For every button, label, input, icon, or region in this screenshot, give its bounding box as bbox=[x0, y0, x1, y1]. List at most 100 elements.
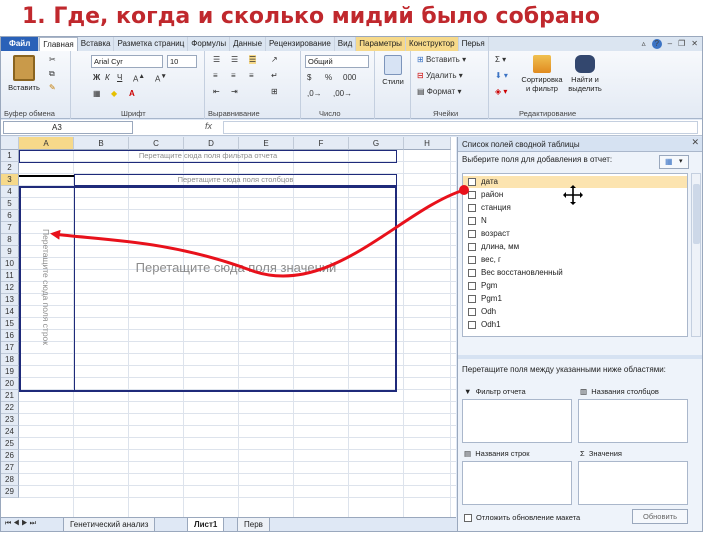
align-center-icon[interactable]: ≡ bbox=[231, 71, 236, 80]
row-header[interactable]: 12 bbox=[1, 282, 19, 294]
sheet-tab[interactable]: Лист1 bbox=[187, 518, 225, 531]
row-names-drop-area[interactable] bbox=[462, 461, 572, 505]
pivot-field-item[interactable]: Odh1 bbox=[463, 319, 687, 331]
defer-checkbox[interactable] bbox=[464, 514, 472, 523]
help-icon[interactable]: ? bbox=[651, 39, 662, 49]
merge-cells-icon[interactable]: ⊞ bbox=[271, 87, 278, 96]
sheet-nav-arrows-icon[interactable]: ⏮ ◀ ▶ ⏭ bbox=[5, 520, 36, 528]
column-names-drop-area[interactable] bbox=[578, 399, 688, 443]
format-cells-button[interactable]: ▤ Формат ▾ bbox=[417, 87, 461, 96]
column-header[interactable]: D bbox=[184, 137, 239, 150]
increase-indent-icon[interactable]: ⇥ bbox=[231, 87, 238, 96]
row-header[interactable]: 4 bbox=[1, 186, 19, 198]
insert-cells-button[interactable]: ⊞ Вставить ▾ bbox=[417, 55, 466, 64]
defer-layout-update[interactable]: Отложить обновление макета bbox=[464, 513, 580, 523]
row-header[interactable]: 13 bbox=[1, 294, 19, 306]
autosum-icon[interactable]: Σ ▾ bbox=[495, 55, 506, 64]
selected-cell-a3[interactable] bbox=[19, 175, 74, 177]
italic-icon[interactable]: К bbox=[105, 73, 110, 82]
pivot-field-item[interactable]: вес, г bbox=[463, 254, 687, 266]
ribbon-tab-7[interactable]: Вид bbox=[335, 37, 357, 51]
row-header[interactable]: 8 bbox=[1, 234, 19, 246]
font-size-combo[interactable]: 10 bbox=[167, 55, 197, 68]
bold-icon[interactable]: Ж bbox=[93, 73, 100, 82]
align-right-icon[interactable]: ≡ bbox=[249, 71, 254, 80]
grow-font-icon[interactable]: A▲ bbox=[133, 73, 145, 84]
sheet-tab[interactable]: Перв bbox=[237, 518, 270, 531]
field-checkbox[interactable] bbox=[468, 178, 476, 186]
column-header[interactable]: C bbox=[129, 137, 184, 150]
row-header[interactable]: 2 bbox=[1, 162, 19, 174]
sheet-tab[interactable]: Генетический анализ bbox=[63, 518, 156, 531]
column-header[interactable]: F bbox=[294, 137, 349, 150]
ribbon-tab-10[interactable]: Перья bbox=[459, 37, 489, 51]
font-name-combo[interactable]: Arial Cyr bbox=[91, 55, 163, 68]
align-middle-icon[interactable]: ☰ bbox=[231, 55, 238, 64]
row-header[interactable]: 22 bbox=[1, 402, 19, 414]
ribbon-tab-4[interactable]: Формулы bbox=[188, 37, 231, 51]
update-button[interactable]: Обновить bbox=[632, 509, 688, 524]
row-header[interactable]: 24 bbox=[1, 426, 19, 438]
worksheet-grid[interactable]: ABCDEFGH 1 2 3 4 5 6 7 8 9 10 11 12 13 14 15 16 17 18 19 20… bbox=[1, 137, 456, 517]
cut-icon[interactable]: ✂ bbox=[49, 55, 56, 64]
row-header[interactable]: 7 bbox=[1, 222, 19, 234]
row-header[interactable]: 20 bbox=[1, 378, 19, 390]
shrink-font-icon[interactable]: A▼ bbox=[155, 73, 167, 84]
minimize-ribbon-icon[interactable]: ▵ bbox=[642, 39, 646, 49]
decrease-decimal-icon[interactable]: ,00→ bbox=[333, 89, 352, 98]
currency-icon[interactable]: $ bbox=[307, 73, 311, 82]
styles-button[interactable]: Стили bbox=[377, 55, 409, 86]
ribbon-tab-9[interactable]: Конструктор bbox=[405, 37, 459, 51]
row-header[interactable]: 9 bbox=[1, 246, 19, 258]
row-header[interactable]: 23 bbox=[1, 414, 19, 426]
row-header[interactable]: 1 bbox=[1, 150, 19, 162]
pivot-field-item[interactable]: Вес восстановленный bbox=[463, 267, 687, 279]
row-header[interactable]: 14 bbox=[1, 306, 19, 318]
column-header[interactable]: G bbox=[349, 137, 404, 150]
minimize-icon[interactable]: – bbox=[668, 39, 672, 49]
pivot-values-zone[interactable] bbox=[19, 186, 397, 392]
pivot-field-item[interactable]: дата bbox=[463, 176, 687, 188]
borders-icon[interactable]: ▦ bbox=[93, 89, 101, 98]
name-box[interactable]: A3 bbox=[3, 121, 133, 134]
column-header[interactable]: E bbox=[239, 137, 294, 150]
row-header[interactable]: 11 bbox=[1, 270, 19, 282]
fill-color-icon[interactable]: ◆ bbox=[111, 89, 117, 98]
fx-icon[interactable]: fx bbox=[205, 121, 212, 131]
delete-cells-button[interactable]: ⊟ Удалить ▾ bbox=[417, 71, 463, 80]
ribbon-tab-1[interactable]: Главная bbox=[39, 37, 78, 51]
ribbon-tab-0[interactable]: Файл bbox=[1, 37, 40, 51]
field-checkbox[interactable] bbox=[468, 204, 476, 212]
ribbon-tab-8[interactable]: Параметры bbox=[356, 37, 406, 51]
row-header[interactable]: 3 bbox=[1, 174, 19, 186]
underline-icon[interactable]: Ч bbox=[117, 73, 122, 82]
report-filter-drop-area[interactable] bbox=[462, 399, 572, 443]
pivot-field-item[interactable]: Pgm bbox=[463, 280, 687, 292]
formula-input[interactable] bbox=[223, 121, 698, 134]
select-all-corner[interactable] bbox=[1, 137, 19, 150]
wrap-text-icon[interactable]: ↵ bbox=[271, 71, 278, 80]
field-checkbox[interactable] bbox=[468, 217, 476, 225]
field-checkbox[interactable] bbox=[468, 321, 476, 329]
pivot-field-item[interactable]: район bbox=[463, 189, 687, 201]
field-checkbox[interactable] bbox=[468, 256, 476, 264]
pivot-field-item[interactable]: возраст bbox=[463, 228, 687, 240]
pivot-field-item[interactable]: N bbox=[463, 215, 687, 227]
row-header[interactable]: 26 bbox=[1, 450, 19, 462]
field-list-scrollbar[interactable] bbox=[691, 173, 701, 337]
align-top-icon[interactable]: ☰ bbox=[213, 55, 220, 64]
column-header[interactable]: A bbox=[19, 137, 74, 150]
pivot-field-item[interactable]: Odh bbox=[463, 306, 687, 318]
close-icon[interactable]: ✕ bbox=[691, 39, 698, 49]
align-left-icon[interactable]: ≡ bbox=[213, 71, 218, 80]
row-header[interactable]: 28 bbox=[1, 474, 19, 486]
close-panel-icon[interactable]: ✕ bbox=[691, 137, 699, 148]
fill-icon[interactable]: ⬇ ▾ bbox=[495, 71, 508, 80]
row-header[interactable]: 27 bbox=[1, 462, 19, 474]
restore-icon[interactable]: ❐ bbox=[678, 39, 685, 49]
increase-decimal-icon[interactable]: ,0→ bbox=[307, 89, 322, 98]
row-header[interactable]: 25 bbox=[1, 438, 19, 450]
scrollbar-thumb[interactable] bbox=[693, 184, 700, 244]
find-select-button[interactable]: Найти и выделить bbox=[565, 55, 605, 93]
ribbon-tab-3[interactable]: Разметка страниц bbox=[114, 37, 189, 51]
